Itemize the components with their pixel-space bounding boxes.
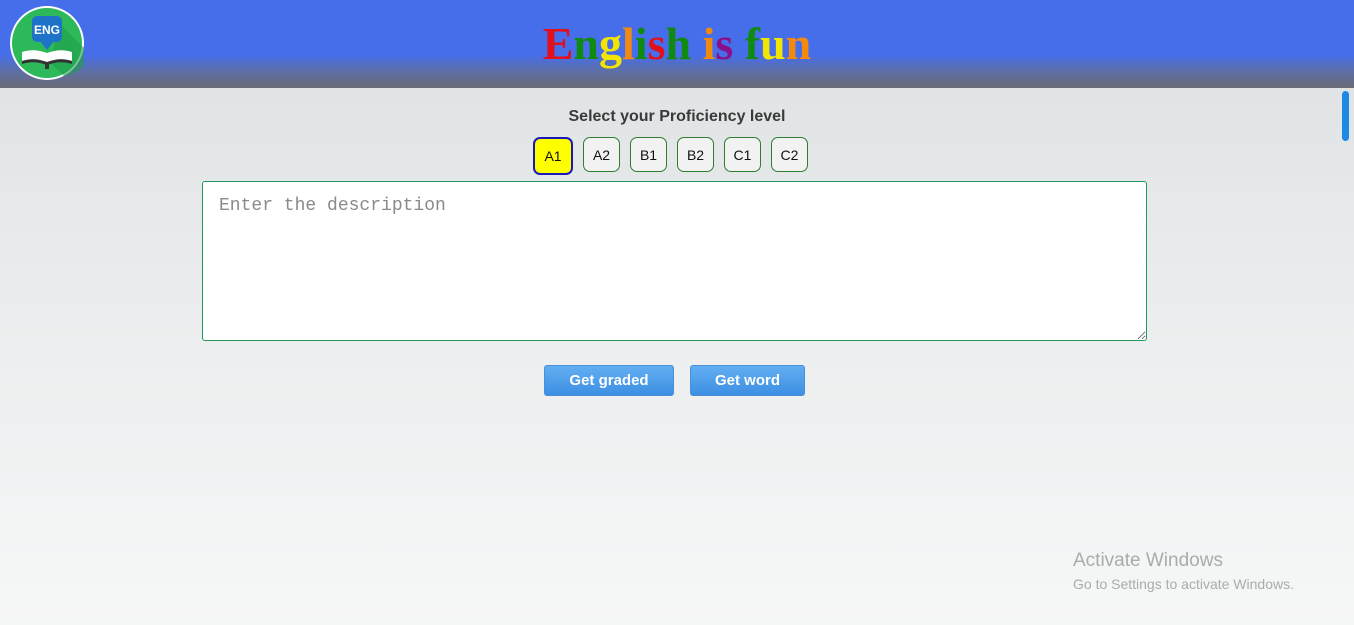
- proficiency-level-group: A1 A2 B1 B2 C1 C2: [533, 137, 808, 175]
- level-button-b2[interactable]: B2: [677, 137, 714, 172]
- get-graded-button[interactable]: Get graded: [544, 365, 674, 396]
- title-letter: s: [647, 18, 666, 69]
- title-letter: f: [744, 18, 761, 69]
- title-letter: s: [715, 18, 734, 69]
- title-letter: [691, 18, 703, 69]
- title-letter: E: [542, 18, 574, 69]
- app-header: ENG English is fun: [0, 0, 1354, 88]
- level-button-c2[interactable]: C2: [771, 137, 808, 172]
- title-letter: i: [634, 18, 648, 69]
- watermark-title: Activate Windows: [1073, 550, 1223, 571]
- get-word-button[interactable]: Get word: [690, 365, 805, 396]
- proficiency-label: Select your Proficiency level: [568, 108, 786, 125]
- title-letter: i: [702, 18, 716, 69]
- level-button-c1[interactable]: C1: [724, 137, 761, 172]
- watermark-subtitle: Go to Settings to activate Windows.: [1073, 576, 1294, 592]
- title-letter: l: [622, 18, 635, 69]
- description-input[interactable]: [202, 181, 1147, 341]
- scrollbar-track[interactable]: [1342, 88, 1354, 625]
- level-button-a2[interactable]: A2: [583, 137, 620, 172]
- level-button-a1[interactable]: A1: [533, 137, 573, 175]
- title-letter: u: [760, 18, 786, 69]
- title-letter: n: [573, 18, 599, 69]
- title-letter: g: [599, 18, 622, 69]
- title-letter: n: [785, 18, 812, 69]
- app-title: English is fun: [0, 16, 1354, 72]
- level-button-b1[interactable]: B1: [630, 137, 667, 172]
- title-letter: [733, 18, 745, 69]
- activate-windows-watermark: Activate Windows Go to Settings to activ…: [1073, 549, 1294, 594]
- title-letter: h: [665, 18, 692, 69]
